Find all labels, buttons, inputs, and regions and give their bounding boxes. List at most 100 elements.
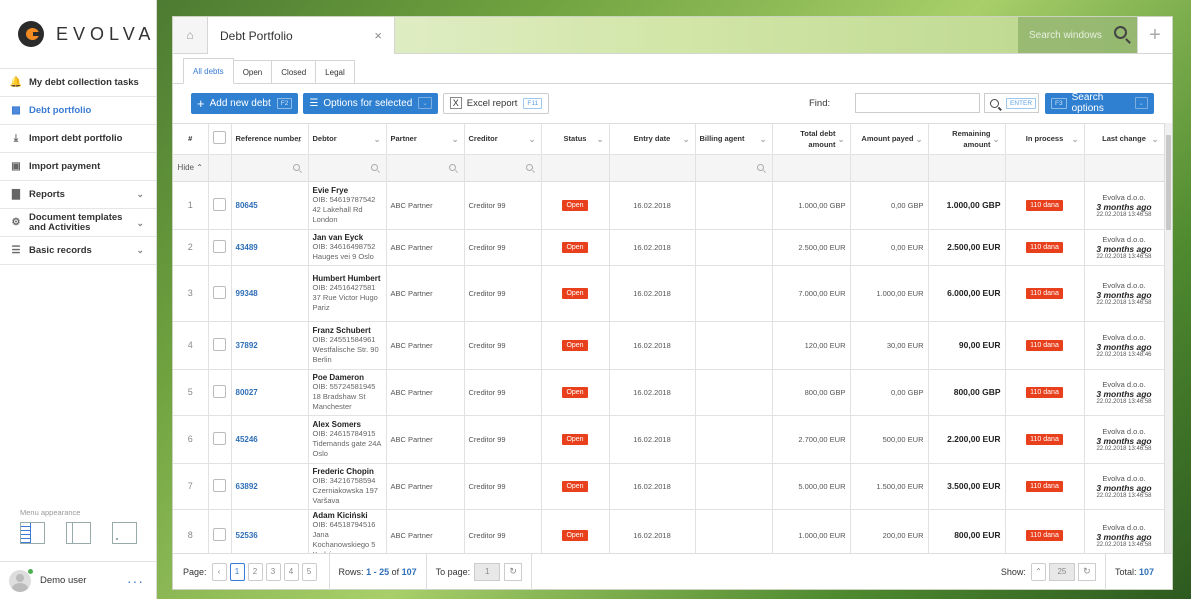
excel-report-button[interactable]: X Excel report F11 bbox=[442, 92, 550, 114]
reference-link[interactable]: 45246 bbox=[236, 435, 258, 444]
find-input[interactable] bbox=[855, 93, 980, 113]
sidebar-item-tasks[interactable]: 🔔 My debt collection tasks bbox=[0, 69, 156, 97]
column-header-entry-date[interactable]: Entry date ⌄ bbox=[609, 124, 696, 155]
more-options-icon[interactable]: ··· bbox=[127, 573, 144, 589]
filter-remaining[interactable] bbox=[928, 154, 1006, 182]
tab-closed[interactable]: Closed bbox=[271, 60, 317, 83]
reference-link[interactable]: 80027 bbox=[236, 388, 258, 397]
reference-cell[interactable]: 52536 bbox=[231, 509, 309, 553]
row-checkbox-cell[interactable] bbox=[208, 265, 232, 322]
row-checkbox-cell[interactable] bbox=[208, 509, 232, 553]
table-row[interactable]: 1 80645 Evie Frye OIB: 54619787542 42 Lakeh… bbox=[173, 181, 1165, 230]
page-button-2[interactable]: 2 bbox=[247, 562, 263, 581]
table-row[interactable]: 8 52536 Adam Kiciński OIB: 64518794516 Jana… bbox=[173, 509, 1165, 553]
row-checkbox-cell[interactable] bbox=[208, 463, 232, 510]
row-checkbox[interactable] bbox=[213, 384, 226, 398]
row-checkbox[interactable] bbox=[213, 285, 226, 299]
table-row[interactable]: 5 80027 Poe Dameron OIB: 55724581945 18 Bra… bbox=[173, 369, 1165, 416]
row-checkbox-cell[interactable] bbox=[208, 229, 232, 266]
table-row[interactable]: 3 99348 Humbert Humbert OIB: 24516427581 37… bbox=[173, 265, 1165, 322]
tab-all-debts[interactable]: All debts bbox=[183, 58, 234, 84]
table-row[interactable]: 4 37892 Franz Schubert OIB: 24551584961 Wes… bbox=[173, 321, 1165, 370]
row-checkbox[interactable] bbox=[213, 239, 226, 253]
reference-cell[interactable]: 63892 bbox=[231, 463, 309, 510]
filter-entry-date[interactable] bbox=[609, 154, 696, 182]
chevron-up-icon[interactable]: ⌃ bbox=[1030, 562, 1046, 581]
filter-creditor[interactable] bbox=[464, 154, 542, 182]
search-icon[interactable] bbox=[1114, 26, 1127, 39]
filter-partner[interactable] bbox=[386, 154, 465, 182]
row-checkbox-cell[interactable] bbox=[208, 181, 232, 230]
to-page-input[interactable]: 1 bbox=[474, 562, 501, 581]
column-header-total[interactable]: Total debt amount ⌄ bbox=[772, 124, 851, 155]
row-checkbox[interactable] bbox=[213, 431, 226, 445]
column-header-creditor[interactable]: Creditor ⌄ bbox=[464, 124, 542, 155]
reference-link[interactable]: 63892 bbox=[236, 482, 258, 491]
row-checkbox-cell[interactable] bbox=[208, 415, 232, 464]
user-panel[interactable]: Demo user ··· bbox=[0, 561, 156, 599]
filter-billing-agent[interactable] bbox=[695, 154, 773, 182]
table-row[interactable]: 6 45246 Alex Somers OIB: 24615784915 Tidema… bbox=[173, 415, 1165, 464]
reference-cell[interactable]: 80645 bbox=[231, 181, 309, 230]
table-row[interactable]: 2 43489 Jan van Eyck OIB: 34616498752 Hauge… bbox=[173, 229, 1165, 266]
sidebar-item-basic-records[interactable]: ☰ Basic records ⌄ bbox=[0, 237, 156, 265]
filter-reference[interactable] bbox=[231, 154, 309, 182]
search-windows-input[interactable]: Search windows bbox=[1018, 17, 1137, 53]
scrollbar[interactable] bbox=[1164, 123, 1172, 553]
sidebar-item-import-payment[interactable]: ▣ Import payment bbox=[0, 153, 156, 181]
sidebar-item-document-templates[interactable]: ⚙ Document templates and Activities ⌄ bbox=[0, 209, 156, 237]
layout-full-icon[interactable] bbox=[20, 522, 45, 544]
row-checkbox-cell[interactable] bbox=[208, 369, 232, 416]
row-checkbox[interactable] bbox=[213, 527, 226, 541]
column-header-reference[interactable]: Reference number ⌄ bbox=[231, 124, 309, 155]
column-header-partner[interactable]: Partner ⌄ bbox=[386, 124, 465, 155]
filter-payed[interactable] bbox=[850, 154, 929, 182]
go-to-page-icon[interactable]: ↻ bbox=[504, 562, 523, 581]
reference-link[interactable]: 37892 bbox=[236, 341, 258, 350]
reference-link[interactable]: 99348 bbox=[236, 289, 258, 298]
reference-cell[interactable]: 45246 bbox=[231, 415, 309, 464]
layout-hidden-icon[interactable] bbox=[112, 522, 137, 544]
column-header-debtor[interactable]: Debtor ⌄ bbox=[308, 124, 387, 155]
column-header-in-process[interactable]: In process ⌄ bbox=[1005, 124, 1085, 155]
filter-total[interactable] bbox=[772, 154, 851, 182]
row-checkbox[interactable] bbox=[213, 197, 226, 211]
filter-in-process[interactable] bbox=[1005, 154, 1085, 182]
column-header-last-change[interactable]: Last change ⌄ bbox=[1084, 124, 1165, 155]
close-icon[interactable]: × bbox=[374, 28, 382, 43]
reference-link[interactable]: 52536 bbox=[236, 531, 258, 540]
reference-link[interactable]: 80645 bbox=[236, 201, 258, 210]
reference-cell[interactable]: 80027 bbox=[231, 369, 309, 416]
prev-page-button[interactable]: ‹ bbox=[211, 562, 227, 581]
select-all-checkbox[interactable] bbox=[213, 130, 226, 144]
reference-cell[interactable]: 37892 bbox=[231, 321, 309, 370]
options-for-selected-button[interactable]: ☰ Options for selected ⌄ bbox=[303, 92, 438, 114]
scrollbar-thumb[interactable] bbox=[1166, 135, 1171, 230]
layout-compact-icon[interactable] bbox=[66, 522, 91, 544]
page-button-4[interactable]: 4 bbox=[283, 562, 299, 581]
hide-filters-toggle[interactable]: Hide ⌃ bbox=[173, 154, 209, 182]
filter-debtor[interactable] bbox=[308, 154, 387, 182]
page-button-5[interactable]: 5 bbox=[301, 562, 317, 581]
column-header-remaining[interactable]: Remaining amount ⌄ bbox=[928, 124, 1006, 155]
tab-legal[interactable]: Legal bbox=[315, 60, 355, 83]
column-header-payed[interactable]: Amount payed ⌄ bbox=[850, 124, 929, 155]
row-checkbox[interactable] bbox=[213, 478, 226, 492]
add-new-debt-button[interactable]: + Add new debt F2 bbox=[191, 92, 299, 114]
home-tab[interactable]: ⌂ bbox=[173, 17, 208, 53]
tab-open[interactable]: Open bbox=[232, 60, 273, 83]
reference-cell[interactable]: 99348 bbox=[231, 265, 309, 322]
page-size-input[interactable]: 25 bbox=[1048, 562, 1075, 581]
tab-debt-portfolio[interactable]: Debt Portfolio × bbox=[208, 17, 395, 54]
row-checkbox[interactable] bbox=[213, 337, 226, 351]
sidebar-item-reports[interactable]: ▇ Reports ⌄ bbox=[0, 181, 156, 209]
row-checkbox-cell[interactable] bbox=[208, 321, 232, 370]
column-header-status[interactable]: Status ⌄ bbox=[541, 124, 610, 155]
select-all-checkbox-cell[interactable] bbox=[208, 124, 232, 155]
filter-status[interactable] bbox=[541, 154, 610, 182]
filter-last-change[interactable] bbox=[1084, 154, 1165, 182]
find-button[interactable]: ENTER bbox=[984, 93, 1039, 113]
sidebar-item-import-debt[interactable]: ⤓ Import debt portfolio bbox=[0, 125, 156, 153]
add-window-button[interactable]: + bbox=[1137, 17, 1172, 53]
search-options-button[interactable]: F3 Search options ⌄ bbox=[1045, 92, 1154, 114]
